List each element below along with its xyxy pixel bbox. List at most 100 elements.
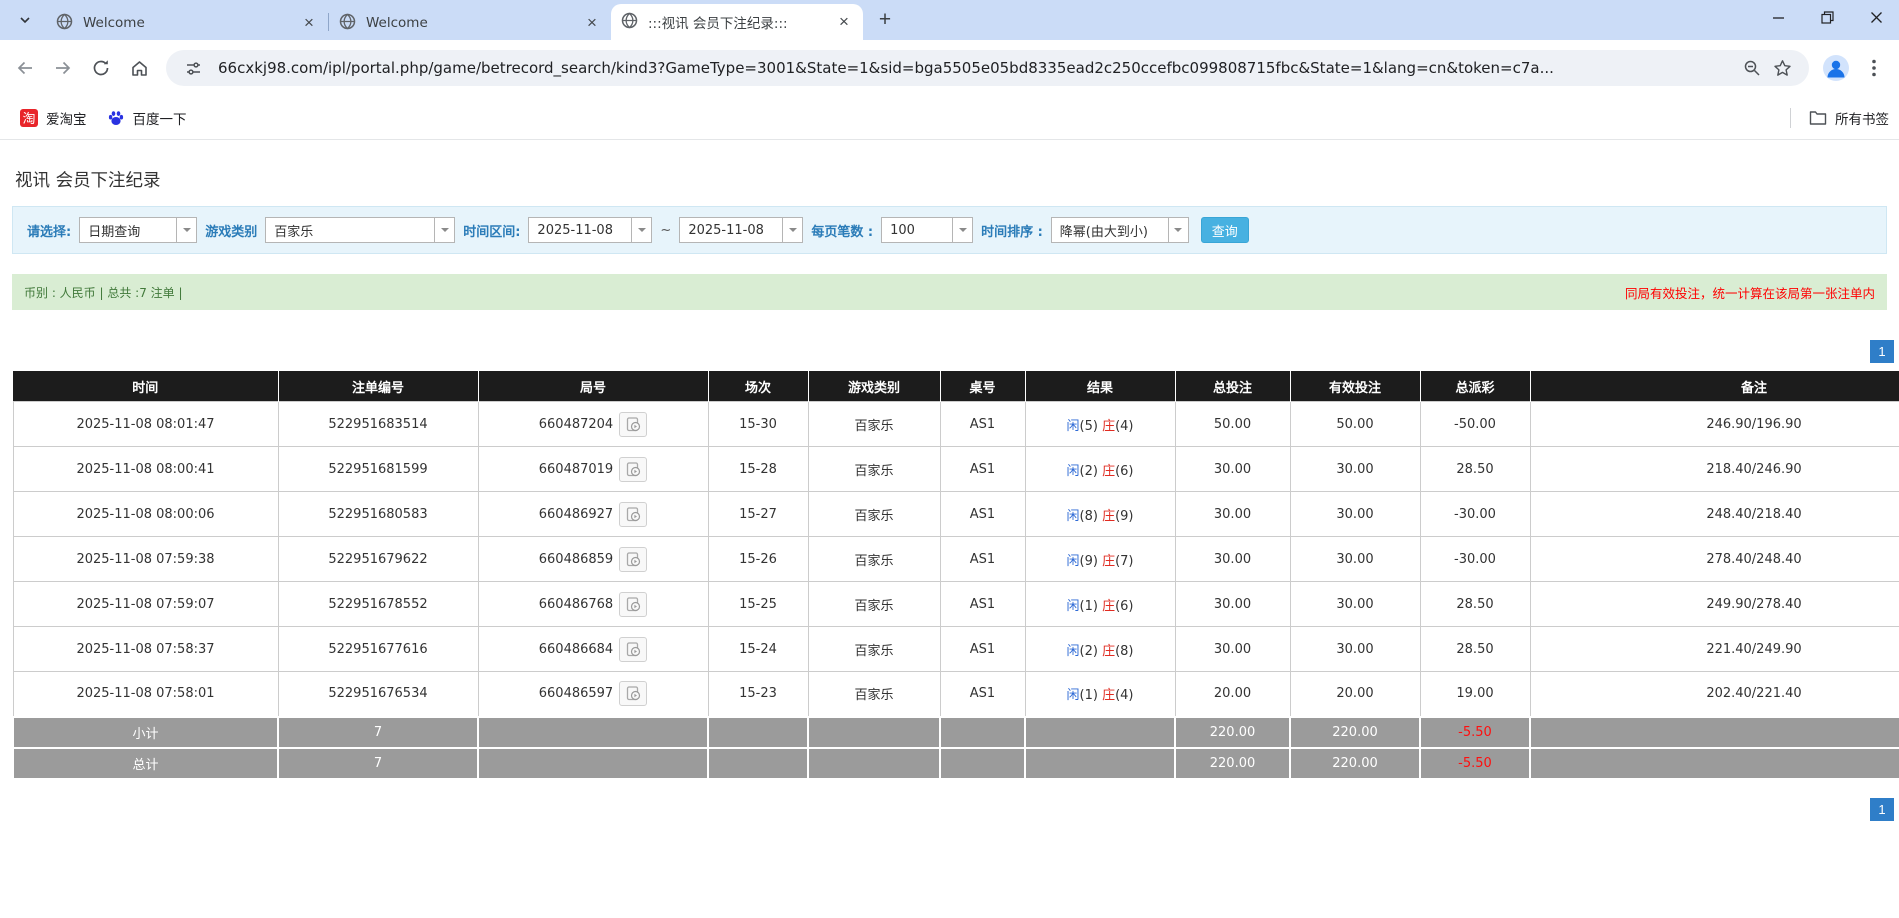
browser-tab-2[interactable]: Welcome× <box>329 6 611 40</box>
cell-session <box>708 717 808 748</box>
cell-session: 15-30 <box>708 402 808 447</box>
cell-bet-number: 522951676534 <box>278 672 478 717</box>
summary-count: 7 <box>278 748 478 779</box>
video-replay-icon <box>626 462 641 477</box>
result-banker: 庄 <box>1102 464 1115 479</box>
game-type-select[interactable]: 百家乐 <box>265 217 455 243</box>
currency-total-text: 币别 : 人民币 | 总共 :7 注单 | <box>24 284 183 301</box>
site-info-icon[interactable] <box>178 53 208 83</box>
round-number-text: 660486684 <box>539 642 613 657</box>
three-dot-menu-icon <box>1872 59 1876 77</box>
video-replay-button[interactable] <box>619 681 647 706</box>
bookmark-item[interactable]: 百度一下 <box>97 104 197 132</box>
page-title: 视讯 会员下注纪录 <box>15 167 1887 192</box>
all-bookmarks[interactable]: 所有书签 <box>1790 108 1889 128</box>
tab-close-icon[interactable]: × <box>583 14 601 32</box>
cell-game-type: 百家乐 <box>808 402 940 447</box>
cell-result: 闲(1) 庄(6) <box>1025 582 1175 627</box>
bookmark-item[interactable]: 淘爱淘宝 <box>10 104 97 132</box>
combo-arrow-icon[interactable] <box>434 218 454 242</box>
zoom-out-icon[interactable] <box>1737 53 1767 83</box>
cell-table-number: AS1 <box>940 447 1025 492</box>
video-replay-button[interactable] <box>619 502 647 527</box>
query-type-select[interactable]: 日期查询 <box>79 217 197 243</box>
back-button[interactable] <box>8 51 42 85</box>
cell-time: 2025-11-08 08:01:47 <box>13 402 278 447</box>
cell-table-number <box>940 717 1025 748</box>
cell-game-type <box>808 717 940 748</box>
new-tab-button[interactable]: + <box>871 6 899 34</box>
cell-game-type: 百家乐 <box>808 582 940 627</box>
combo-arrow-icon[interactable] <box>1168 218 1188 242</box>
cell-note: 248.40/218.40 <box>1530 492 1899 537</box>
url-bar[interactable]: 66cxkj98.com/ipl/portal.php/game/betreco… <box>166 50 1809 86</box>
cell-result: 闲(8) 庄(9) <box>1025 492 1175 537</box>
combo-arrow-icon[interactable] <box>782 218 802 242</box>
home-button[interactable] <box>122 51 156 85</box>
reload-button[interactable] <box>84 51 118 85</box>
summary-label: 小计 <box>13 717 278 748</box>
browser-tab-3[interactable]: :::视讯 会员下注纪录:::× <box>611 4 863 40</box>
tab-close-icon[interactable]: × <box>835 13 853 31</box>
video-replay-button[interactable] <box>619 592 647 617</box>
cell-game-type: 百家乐 <box>808 537 940 582</box>
folder-icon <box>1809 110 1827 126</box>
table-row: 2025-11-08 08:00:06522951680583660486927… <box>13 492 1899 537</box>
video-replay-button[interactable] <box>619 412 647 437</box>
result-score: (1) <box>1080 688 1098 703</box>
search-button[interactable]: 查询 <box>1201 217 1249 243</box>
same-round-notice-text: 同局有效投注，统一计算在该局第一张注单内 <box>1625 283 1875 302</box>
restore-icon[interactable] <box>1821 11 1834 24</box>
date-from-select[interactable]: 2025-11-08 <box>528 217 652 243</box>
result-score: (1) <box>1080 599 1098 614</box>
cell-round-number <box>478 717 708 748</box>
minimize-icon[interactable] <box>1772 11 1785 24</box>
page-1-button[interactable]: 1 <box>1870 340 1894 363</box>
close-window-icon[interactable] <box>1870 11 1883 24</box>
video-replay-button[interactable] <box>619 637 647 662</box>
column-header: 桌号 <box>940 372 1025 402</box>
cell-table-number: AS1 <box>940 402 1025 447</box>
select-type-label: 请选择: <box>27 221 71 240</box>
result-player: 闲 <box>1066 464 1079 479</box>
cell-result: 闲(1) 庄(4) <box>1025 672 1175 717</box>
tab-close-icon[interactable]: × <box>300 14 318 32</box>
result-score: (8) <box>1080 509 1098 524</box>
page-size-select[interactable]: 100 <box>881 217 973 243</box>
date-to-select[interactable]: 2025-11-08 <box>679 217 803 243</box>
page-content: 视讯 会员下注纪录 请选择: 日期查询 游戏类别 百家乐 时间区间: 2025-… <box>0 167 1899 821</box>
avatar-icon <box>1823 55 1849 81</box>
cell-time: 2025-11-08 07:58:01 <box>13 672 278 717</box>
bookmark-star-icon[interactable] <box>1767 53 1797 83</box>
cell-bet-number: 522951683514 <box>278 402 478 447</box>
cell-game-type <box>808 748 940 779</box>
cell-session: 15-24 <box>708 627 808 672</box>
cell-round-number: 660486927 <box>478 492 708 537</box>
time-sort-label: 时间排序 : <box>981 221 1043 240</box>
forward-button[interactable] <box>46 51 80 85</box>
cell-total-bet: 30.00 <box>1175 627 1290 672</box>
combo-arrow-icon[interactable] <box>952 218 972 242</box>
combo-arrow-icon[interactable] <box>176 218 196 242</box>
video-replay-button[interactable] <box>619 457 647 482</box>
profile-avatar[interactable] <box>1819 51 1853 85</box>
page-1-button[interactable]: 1 <box>1870 798 1894 821</box>
combo-arrow-icon[interactable] <box>631 218 651 242</box>
round-number-text: 660486927 <box>539 507 613 522</box>
video-replay-button[interactable] <box>619 547 647 572</box>
result-score: (2) <box>1080 464 1098 479</box>
browser-menu-button[interactable] <box>1857 51 1891 85</box>
time-sort-select[interactable]: 降幂(由大到小) <box>1051 217 1189 243</box>
column-header: 总派彩 <box>1420 372 1530 402</box>
cell-round-number: 660486768 <box>478 582 708 627</box>
url-text[interactable]: 66cxkj98.com/ipl/portal.php/game/betreco… <box>218 59 1737 77</box>
cell-bet-number: 522951677616 <box>278 627 478 672</box>
tab-search-button[interactable] <box>10 5 40 35</box>
cell-result: 闲(9) 庄(7) <box>1025 537 1175 582</box>
table-header-row: 时间注单编号局号场次游戏类别桌号结果总投注有效投注总派彩备注 <box>13 372 1899 402</box>
all-bookmarks-label: 所有书签 <box>1835 108 1889 128</box>
video-replay-icon <box>626 686 641 701</box>
cell-bet-number: 522951679622 <box>278 537 478 582</box>
browser-tab-1[interactable]: Welcome× <box>46 6 328 40</box>
cell-note: 202.40/221.40 <box>1530 672 1899 717</box>
